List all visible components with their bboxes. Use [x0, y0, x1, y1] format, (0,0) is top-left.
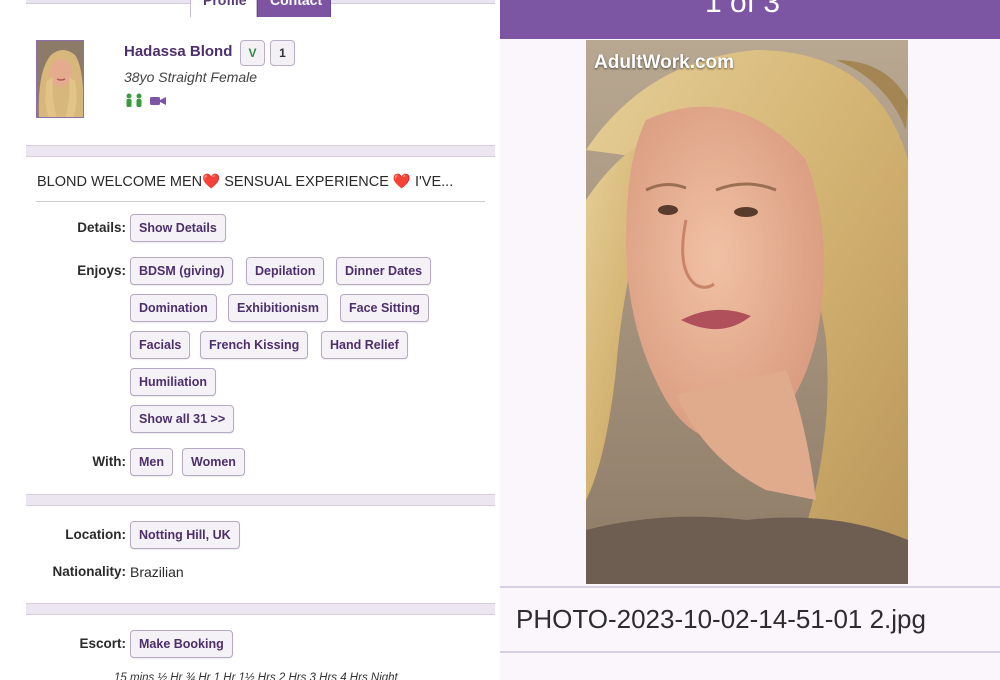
viewer-header: 1 of 3 [500, 0, 1000, 39]
profile-name[interactable]: Hadassa Blond [124, 43, 232, 60]
bottom-divider [500, 651, 1000, 653]
nationality-label: Nationality: [52, 564, 126, 579]
enjoy-tag[interactable]: Depilation [246, 257, 325, 285]
enjoy-tag[interactable]: BDSM (giving) [130, 257, 234, 285]
photo-filename: PHOTO-2023-10-02-14-51-01 2.jpg [516, 604, 926, 634]
with-tag[interactable]: Men [130, 448, 173, 476]
camera-icon [150, 93, 166, 111]
with-label: With: [92, 454, 126, 469]
enjoy-tag[interactable]: Humiliation [130, 368, 217, 396]
profile-photo[interactable]: AdultWork.com [586, 40, 908, 584]
profile-icons [124, 93, 166, 112]
profile-header: Hadassa Blond V 1 38yo Straight Female [36, 40, 496, 120]
profile-headline: BLOND WELCOME MEN❤️ SENSUAL EXPERIENCE ❤… [37, 174, 454, 190]
section-divider [26, 603, 495, 615]
enjoy-tag[interactable]: Domination [130, 294, 217, 322]
section-divider [26, 494, 495, 506]
section-divider [26, 145, 495, 157]
enjoy-tag[interactable]: Hand Relief [321, 331, 408, 359]
count-badge[interactable]: 1 [270, 40, 295, 66]
watermark-logo: AdultWork.com [594, 52, 735, 73]
location-button[interactable]: Notting Hill, UK [130, 521, 240, 549]
with-tag[interactable]: Women [182, 448, 245, 476]
enjoy-tag[interactable]: Exhibitionism [228, 294, 328, 322]
show-all-button[interactable]: Show all 31 >> [130, 405, 235, 433]
tab-profile[interactable]: Profile [190, 0, 257, 17]
enjoy-tag[interactable]: Facials [130, 331, 191, 359]
headline-divider [36, 201, 485, 202]
profile-panel: Profile Contact Hadassa Blond V 1 38yo S… [0, 0, 498, 680]
couple-icon [124, 93, 144, 112]
tab-contact[interactable]: Contact [257, 0, 331, 17]
duration-options: 15 mins ½ Hr ¾ Hr 1 Hr 1½ Hrs 2 Hrs 3 Hr… [114, 672, 398, 680]
enjoy-tag[interactable]: Face Sitting [340, 294, 429, 322]
location-label: Location: [65, 527, 126, 542]
details-label: Details: [77, 220, 126, 235]
escort-label: Escort: [79, 636, 126, 651]
photo-counter: 1 of 3 [705, 0, 781, 19]
enjoy-tag[interactable]: Dinner Dates [336, 257, 432, 285]
photo-viewer: 1 of 3 AdultWork.com PHOTO-2023-10-02-14… [500, 0, 1000, 680]
profile-tabs: Profile Contact [190, 0, 331, 17]
profile-subtitle: 38yo Straight Female [124, 69, 258, 85]
verified-badge[interactable]: V [240, 40, 265, 66]
enjoy-tag[interactable]: French Kissing [200, 331, 309, 359]
make-booking-button[interactable]: Make Booking [130, 630, 233, 658]
avatar[interactable] [36, 40, 84, 118]
nationality-value: Brazilian [130, 564, 184, 580]
show-details-button[interactable]: Show Details [130, 214, 226, 242]
photo-divider [500, 586, 1000, 588]
enjoys-label: Enjoys: [77, 263, 126, 278]
